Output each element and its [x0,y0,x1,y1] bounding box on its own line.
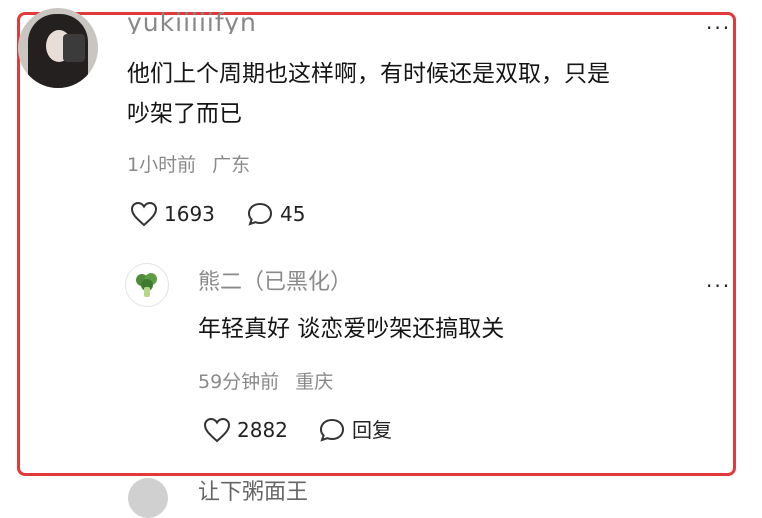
comment-reply-count-button[interactable]: 45 [246,201,305,227]
comment-icon [319,418,345,442]
commenter-username[interactable]: yukiiiiifyn [127,8,257,34]
comment-time: 1小时前 [127,154,197,176]
heart-icon [203,417,231,443]
comment-text-line1: 他们上个周期也这样啊，有时候还是双取，只是 [127,61,610,87]
next-comment-username[interactable]: 让下粥面王 [198,478,308,508]
comment-meta: 1小时前 广东 [127,153,250,177]
reply-more-icon[interactable]: ··· [706,276,731,296]
comment-more-icon[interactable]: ··· [706,18,731,38]
reply-username[interactable]: 熊二（已黑化） [198,268,352,298]
reply-button-label: 回复 [352,418,392,442]
comment-like-button[interactable]: 1693 [130,201,215,227]
reply-like-button[interactable]: 2882 [203,417,288,443]
reply-button[interactable]: 回复 [318,417,392,443]
comment-text-line2: 吵架了而已 [127,101,242,127]
reply-like-count: 2882 [237,418,288,442]
comment-location: 广东 [212,154,251,176]
comment-icon [247,202,273,226]
reply-text: 年轻真好 谈恋爱吵架还搞取关 [198,316,505,342]
next-comment-avatar[interactable] [128,478,168,518]
commenter-avatar[interactable] [18,8,98,88]
comment-like-count: 1693 [164,202,215,226]
comment-reply-count: 45 [280,202,306,226]
reply-meta: 59分钟前 重庆 [198,370,333,394]
reply-location: 重庆 [295,371,334,393]
reply-time: 59分钟前 [198,371,280,393]
broccoli-avatar-icon [136,273,157,297]
reply-avatar[interactable] [125,263,169,307]
heart-icon [130,201,158,227]
